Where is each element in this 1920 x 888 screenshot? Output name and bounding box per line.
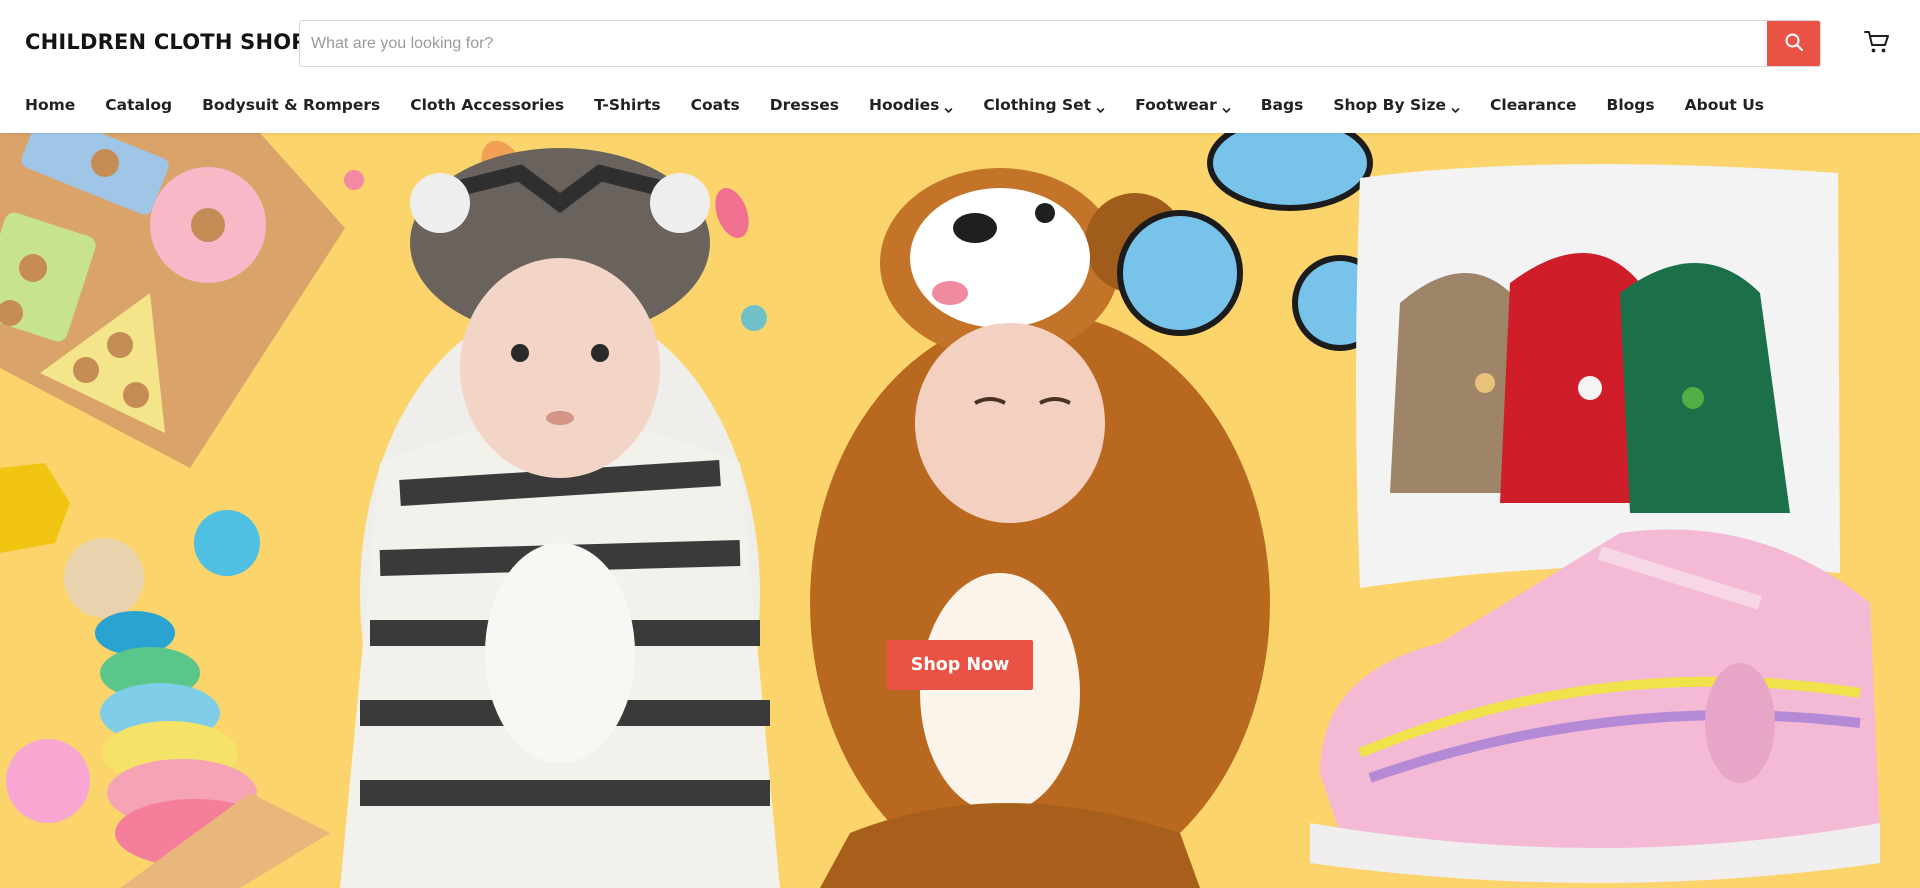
nav-item-label: Footwear [1135,96,1217,114]
nav-item-label: Blogs [1606,96,1655,114]
site-logo[interactable]: CHILDREN CLOTH SHOP [25,30,307,54]
shop-now-button[interactable]: Shop Now [887,640,1033,690]
nav-item-clothing-set[interactable]: Clothing Set [983,96,1105,114]
cart-button[interactable] [1862,29,1892,59]
nav-item-label: Dresses [769,96,839,114]
nav-item-about-us[interactable]: About Us [1685,96,1764,114]
chevron-down-icon [1451,101,1460,113]
nav-item-label: Shop By Size [1333,96,1446,114]
nav-item-shop-by-size[interactable]: Shop By Size [1333,96,1460,114]
nav-item-cloth-accessories[interactable]: Cloth Accessories [410,96,564,114]
nav-item-label: Clearance [1490,96,1577,114]
nav-item-label: About Us [1684,96,1765,114]
nav-item-label: T-Shirts [594,96,661,114]
nav-item-label: Bags [1260,96,1304,114]
nav-item-t-shirts[interactable]: T-Shirts [594,96,661,114]
chevron-down-icon [1222,101,1231,113]
search-bar [299,20,1821,67]
nav-item-label: Home [25,96,76,114]
nav-item-hoodies[interactable]: Hoodies [869,96,953,114]
hero-banner: Shop Now [0,133,1920,888]
search-icon [1784,32,1804,55]
nav-item-dresses[interactable]: Dresses [770,96,839,114]
hero-banner-image [0,133,1920,888]
nav-item-bags[interactable]: Bags [1261,96,1304,114]
nav-item-footwear[interactable]: Footwear [1135,96,1231,114]
christmas-rompers-photo [1356,164,1840,588]
nav-item-label: Hoodies [868,96,940,114]
cart-icon [1863,29,1891,60]
nav-item-label: Cloth Accessories [410,96,565,114]
nav-item-label: Clothing Set [983,96,1092,114]
search-input[interactable] [300,21,1768,66]
nav-item-catalog[interactable]: Catalog [105,96,172,114]
nav-item-label: Catalog [105,96,173,114]
nav-item-home[interactable]: Home [25,96,75,114]
nav-item-label: Bodysuit & Rompers [202,96,381,114]
main-navigation: Home Catalog Bodysuit & Rompers Cloth Acces… [25,93,1794,117]
site-header: CHILDREN CLOTH SHOP Home Catalog Bodysuit … [0,0,1920,133]
nav-item-coats[interactable]: Coats [691,96,740,114]
chevron-down-icon [1096,101,1105,113]
search-button[interactable] [1767,21,1820,66]
nav-item-blogs[interactable]: Blogs [1607,96,1655,114]
nav-item-label: Coats [690,96,740,114]
nav-item-bodysuit-rompers[interactable]: Bodysuit & Rompers [202,96,380,114]
nav-item-clearance[interactable]: Clearance [1490,96,1577,114]
chevron-down-icon [944,101,953,113]
